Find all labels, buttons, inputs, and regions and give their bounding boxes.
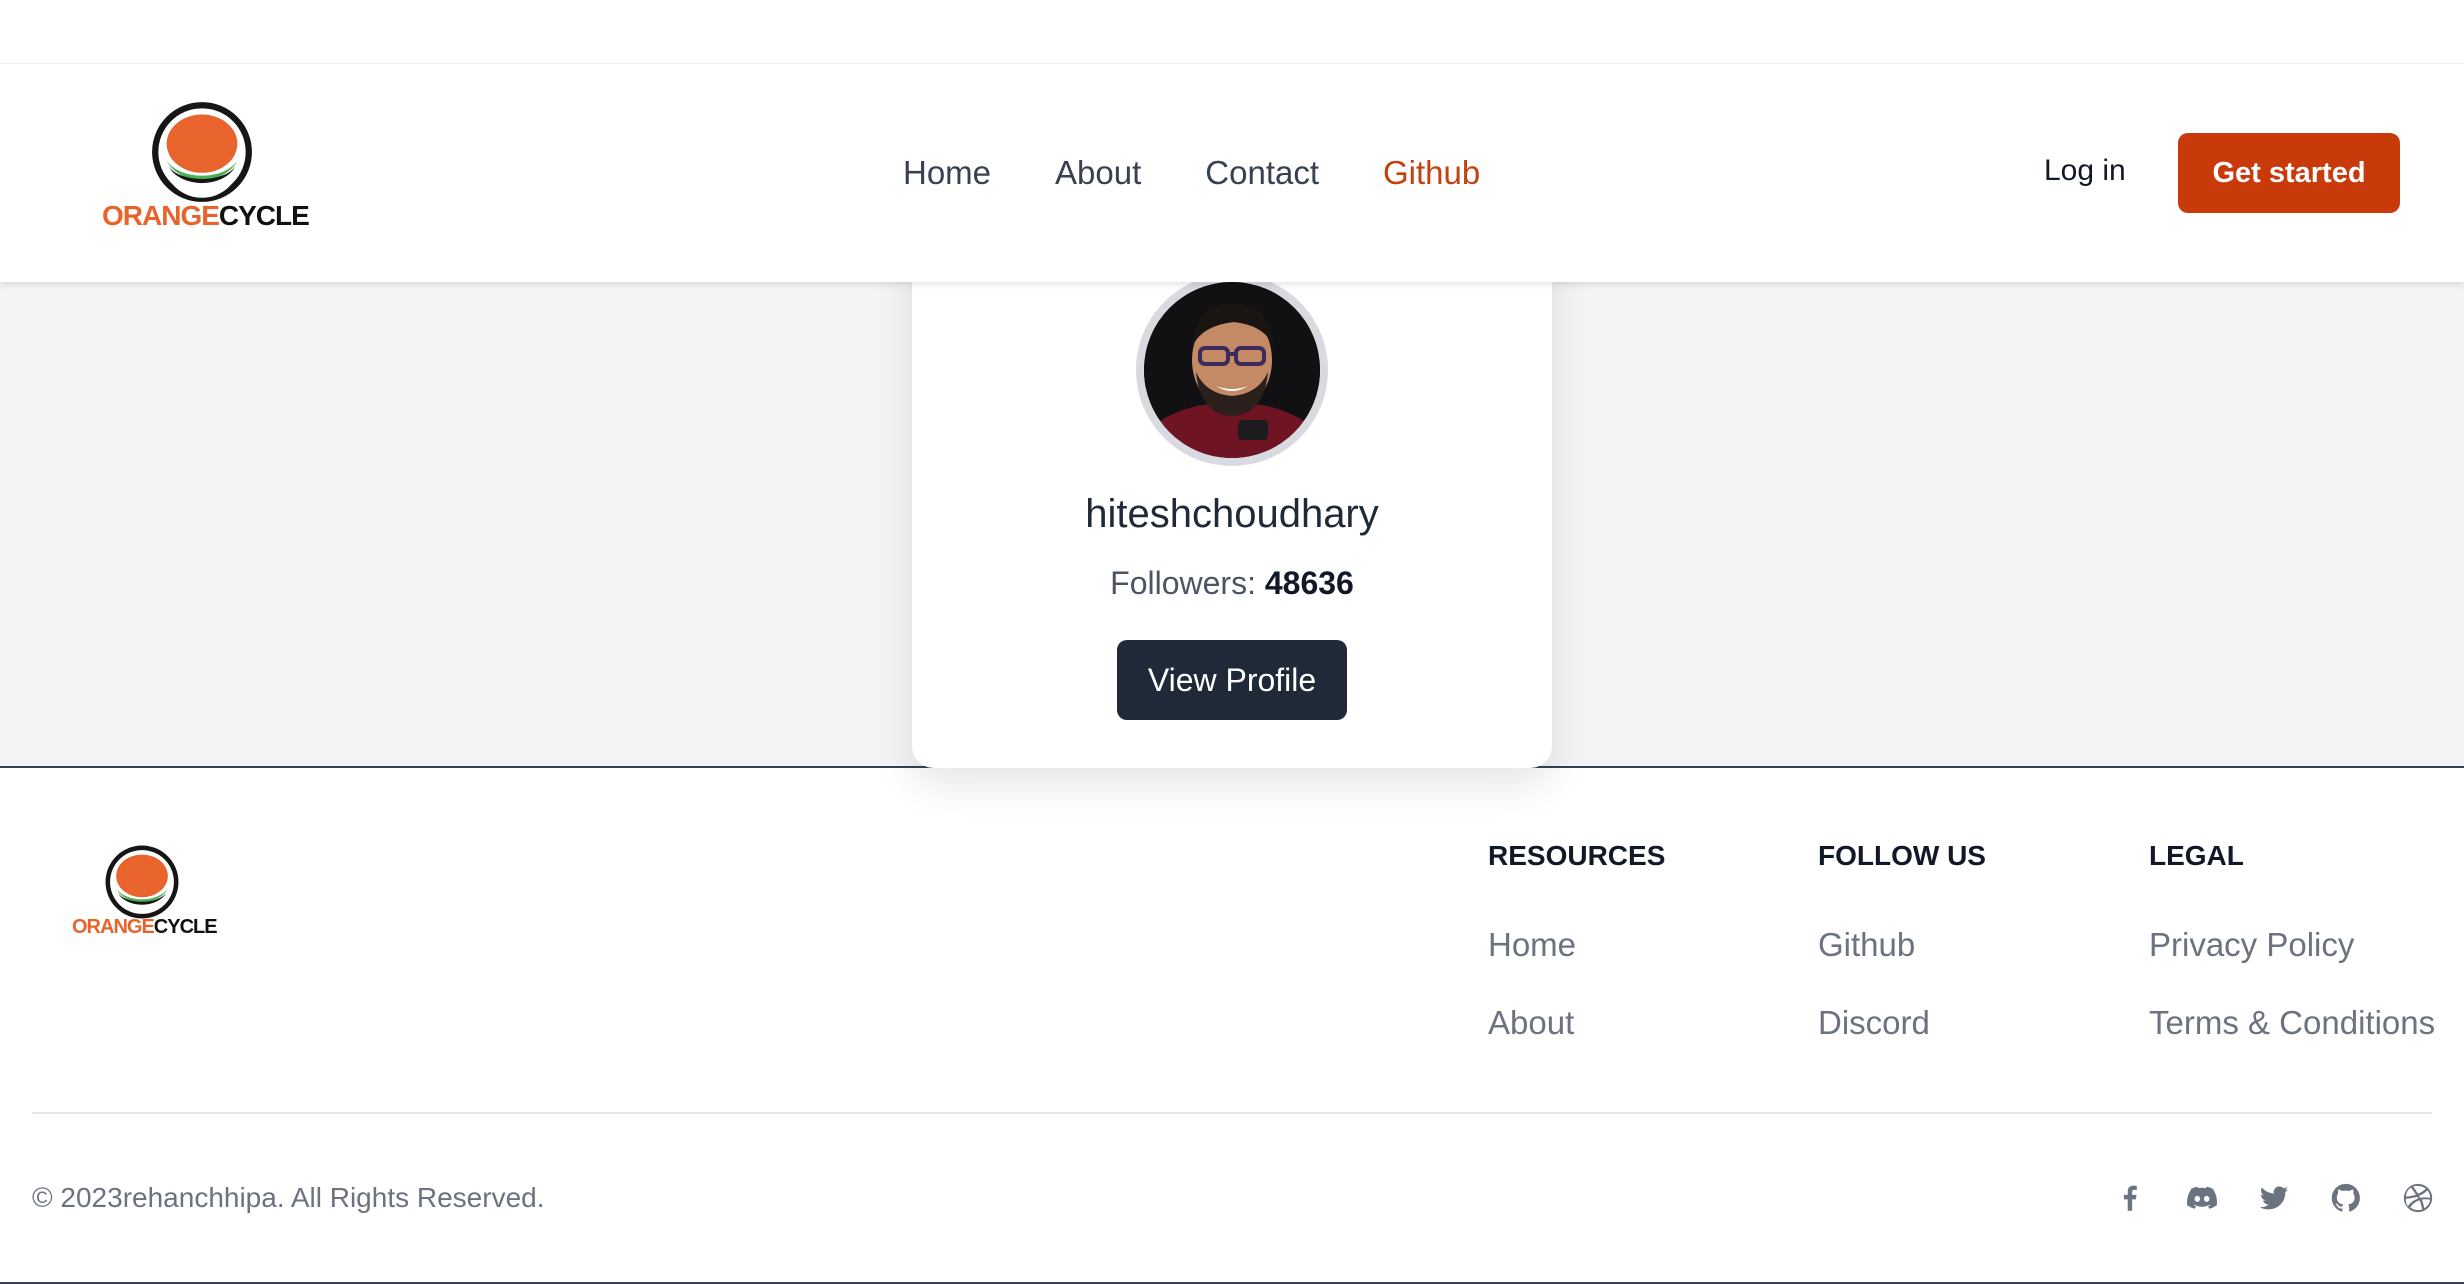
footer-heading-follow-us: FOLLOW US [1818, 840, 1986, 871]
dribbble-icon[interactable] [2398, 1178, 2438, 1218]
avatar-image [1144, 282, 1320, 458]
footer-logo-word-orange: ORANGE [72, 916, 155, 938]
footer-heading-legal: LEGAL [2149, 840, 2244, 871]
main-nav: Home About Contact Github [903, 64, 1544, 282]
site-header: ORANGECYCLE Home About Contact Github Lo… [0, 64, 2464, 282]
profile-followers: Followers: 48636 [912, 565, 1552, 602]
footer-logo-wordmark: ORANGECYCLE [72, 916, 218, 939]
top-strip [0, 0, 2464, 64]
footer-heading-resources: RESOURCES [1488, 840, 1666, 871]
orange-cycle-logo-icon [105, 845, 179, 919]
footer-logo[interactable]: ORANGECYCLE [70, 844, 220, 944]
nav-home[interactable]: Home [903, 154, 991, 192]
footer-column-resources: RESOURCES Home About [1488, 840, 1665, 1082]
avatar [1136, 274, 1328, 466]
nav-about[interactable]: About [1055, 154, 1141, 192]
get-started-button[interactable]: Get started [2178, 133, 2400, 213]
site-footer: ORANGECYCLE RESOURCES Home About FOLLOW … [0, 770, 2464, 1284]
footer-link-discord[interactable]: Discord [1818, 1004, 1986, 1042]
avatar-portrait-icon [1144, 282, 1320, 458]
profile-username: hiteshchoudhary [1085, 492, 1379, 536]
header-logo[interactable]: ORANGECYCLE [100, 100, 310, 232]
footer-link-privacy-policy[interactable]: Privacy Policy [2149, 926, 2435, 964]
footer-link-about[interactable]: About [1488, 1004, 1665, 1042]
copyright-text: © 2023rehanchhipa. All Rights Reserved. [32, 1182, 545, 1213]
orange-cycle-logo-icon [152, 102, 252, 202]
footer-link-home[interactable]: Home [1488, 926, 1665, 964]
footer-link-terms-conditions[interactable]: Terms & Conditions [2149, 1004, 2435, 1042]
footer-link-github[interactable]: Github [1818, 926, 1986, 964]
profile-card: hiteshchoudhary Followers: 48636 View Pr… [912, 220, 1552, 768]
followers-count: 48636 [1264, 565, 1354, 601]
twitter-icon[interactable] [2254, 1178, 2294, 1218]
social-links [2110, 1178, 2438, 1218]
nav-contact[interactable]: Contact [1205, 154, 1319, 192]
logo-wordmark: ORANGECYCLE [102, 200, 310, 232]
footer-divider [32, 1112, 2432, 1114]
logo-word-orange: ORANGE [102, 200, 220, 231]
footer-column-follow-us: FOLLOW US Github Discord [1818, 840, 1986, 1082]
footer-column-legal: LEGAL Privacy Policy Terms & Conditions [2149, 840, 2435, 1082]
login-link[interactable]: Log in [2044, 154, 2126, 188]
view-profile-button[interactable]: View Profile [1117, 640, 1347, 720]
facebook-icon[interactable] [2110, 1178, 2150, 1218]
discord-icon[interactable] [2182, 1178, 2222, 1218]
logo-word-cycle: CYCLE [218, 200, 310, 231]
github-icon[interactable] [2326, 1178, 2366, 1218]
footer-logo-word-cycle: CYCLE [153, 916, 218, 938]
nav-github[interactable]: Github [1383, 154, 1480, 192]
followers-label: Followers: [1110, 565, 1256, 601]
